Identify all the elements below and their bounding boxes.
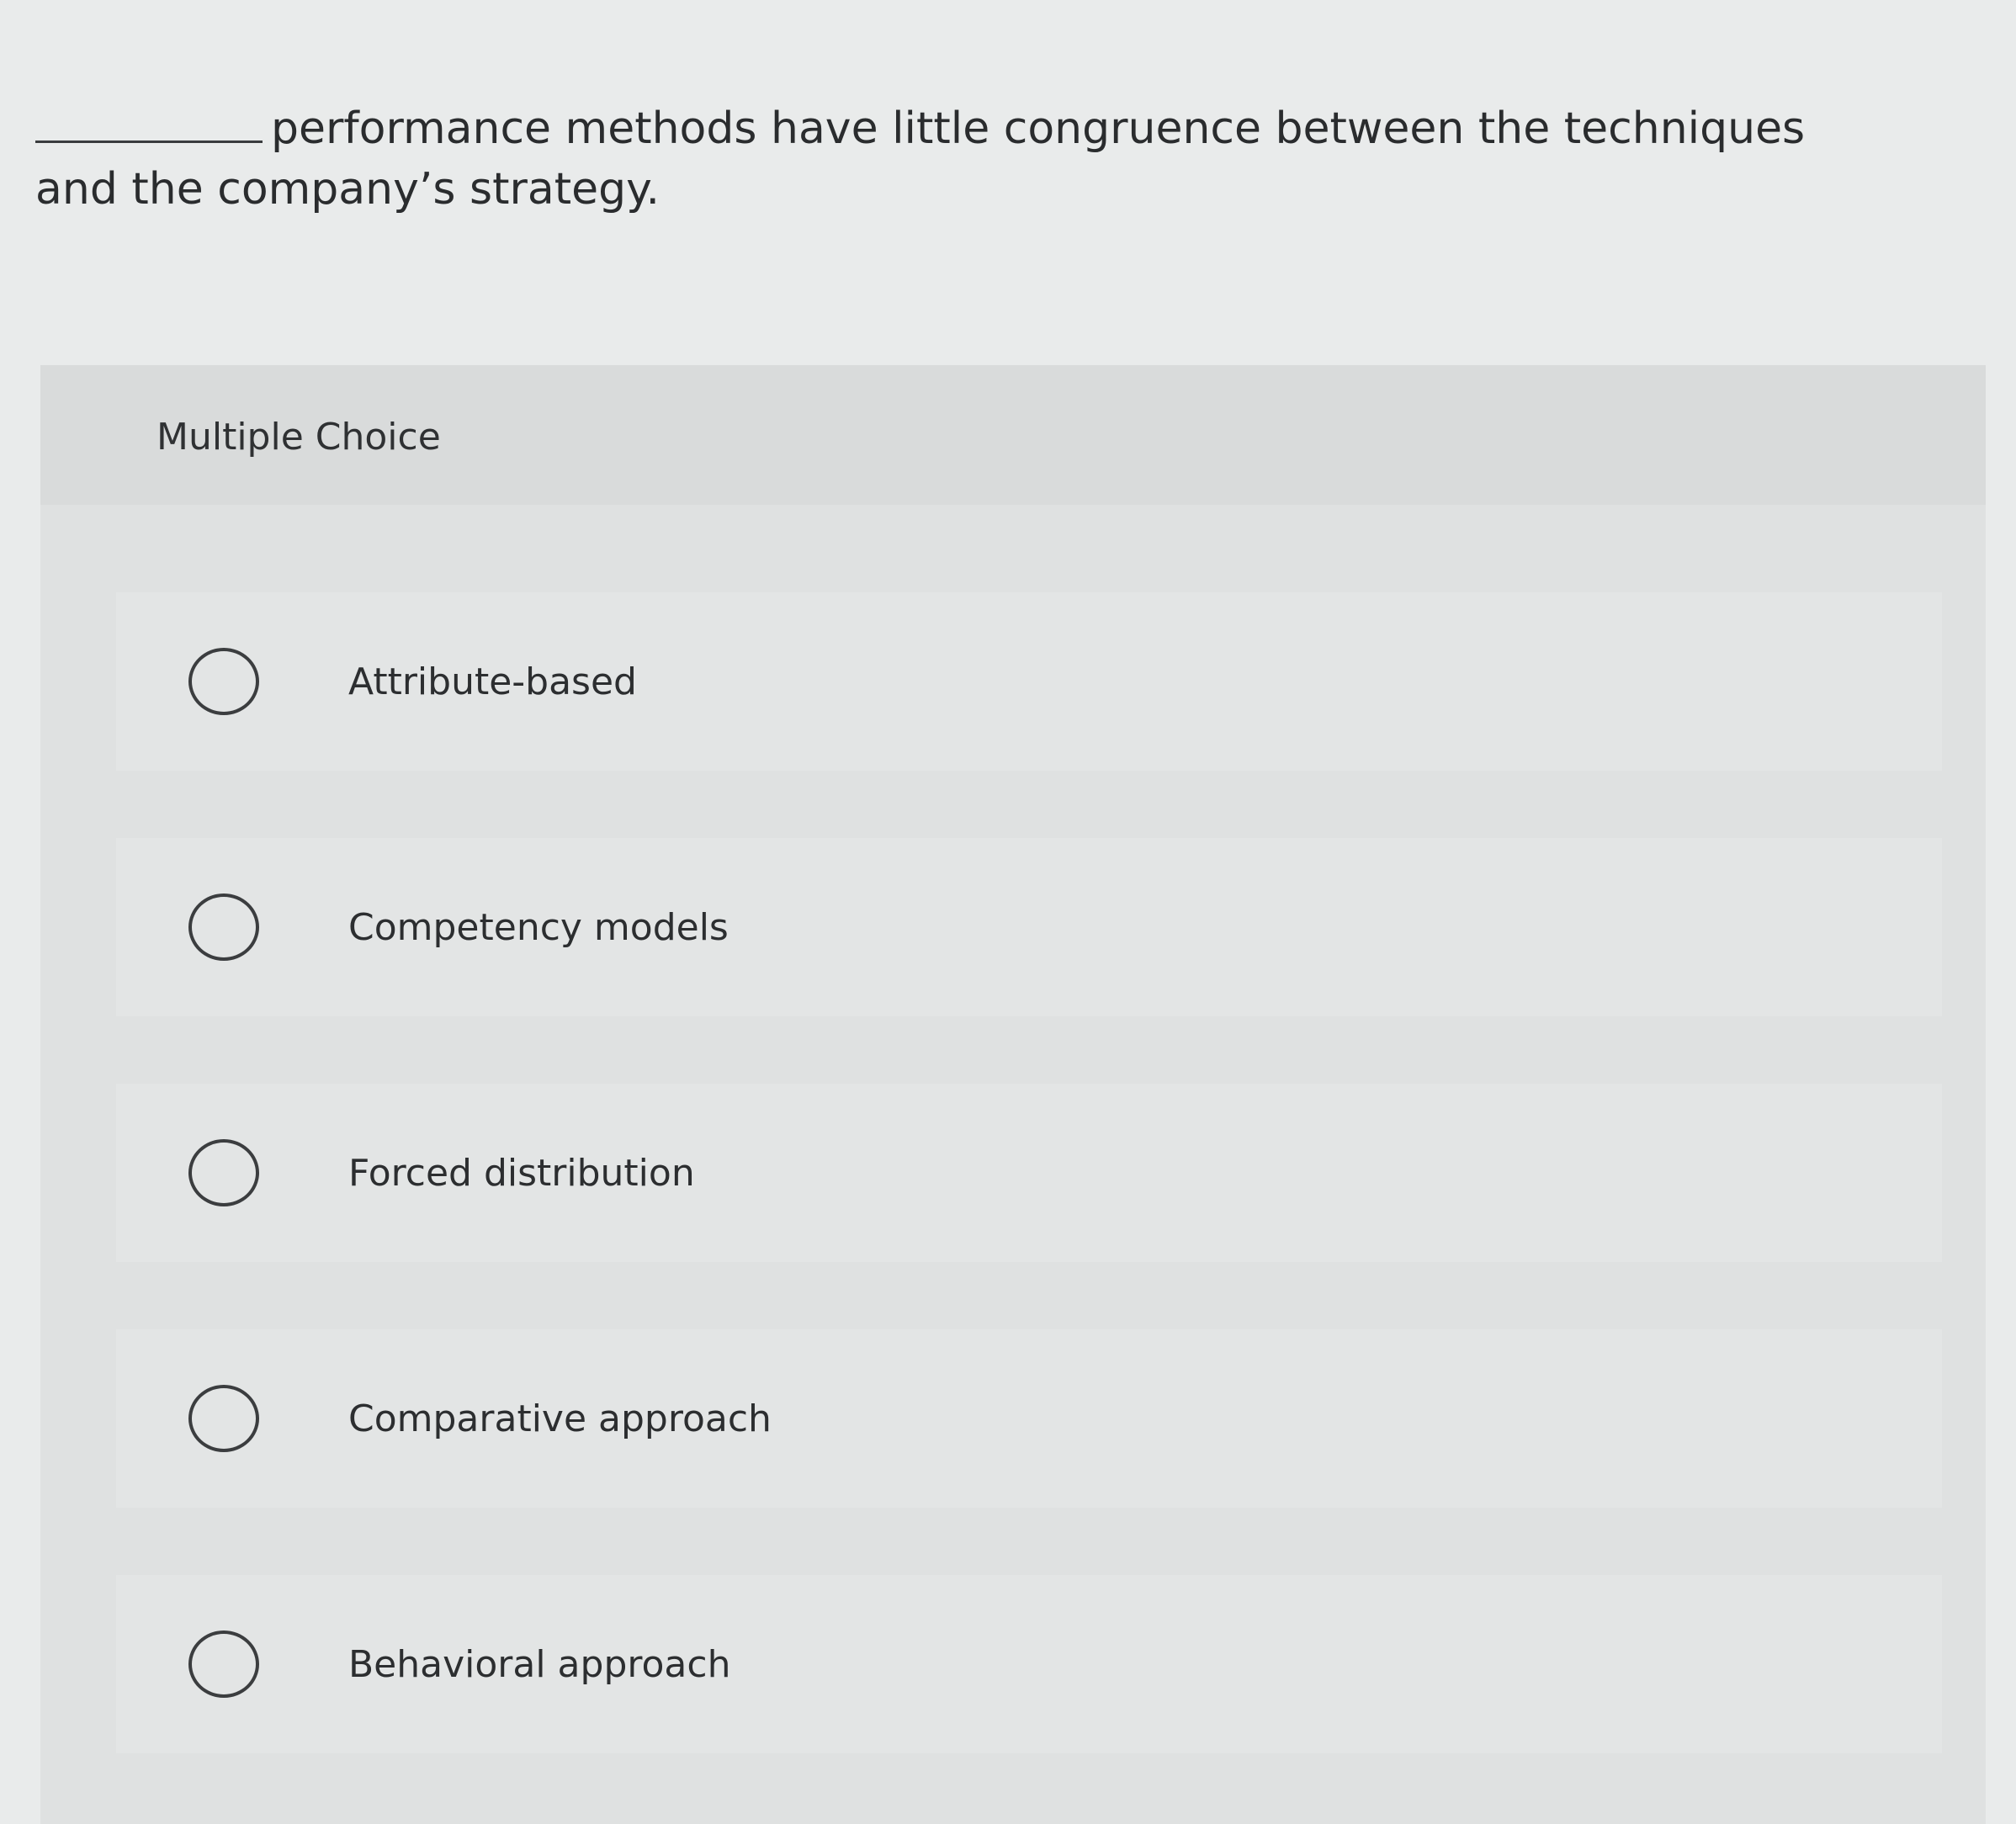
option-label: Competency models — [348, 905, 729, 949]
answer-blank — [35, 97, 263, 143]
question-text: performance methods have little congruen… — [35, 103, 1806, 215]
panel-title: Multiple Choice — [157, 416, 441, 459]
option-forced-distribution[interactable]: Forced distribution — [116, 1084, 1942, 1262]
option-behavioral-approach[interactable]: Behavioral approach — [116, 1575, 1942, 1753]
option-attribute-based[interactable]: Attribute-based — [116, 592, 1942, 771]
panel-header: Multiple Choice — [40, 365, 1986, 505]
radio-circle-icon[interactable] — [188, 1630, 259, 1698]
question-prompt: performance methods have little congruen… — [35, 97, 1886, 220]
multiple-choice-panel: Multiple Choice Attribute-based Competen… — [40, 365, 1986, 1824]
option-label: Attribute-based — [348, 660, 637, 703]
option-label: Comparative approach — [348, 1397, 772, 1440]
radio-circle-icon[interactable] — [188, 648, 259, 715]
option-label: Forced distribution — [348, 1151, 695, 1195]
radio-circle-icon[interactable] — [188, 1385, 259, 1452]
option-label: Behavioral approach — [348, 1642, 731, 1686]
option-comparative-approach[interactable]: Comparative approach — [116, 1329, 1942, 1508]
option-competency-models[interactable]: Competency models — [116, 838, 1942, 1016]
radio-circle-icon[interactable] — [188, 1139, 259, 1206]
radio-circle-icon[interactable] — [188, 893, 259, 961]
options-list: Attribute-based Competency models Forced… — [116, 592, 1942, 1821]
